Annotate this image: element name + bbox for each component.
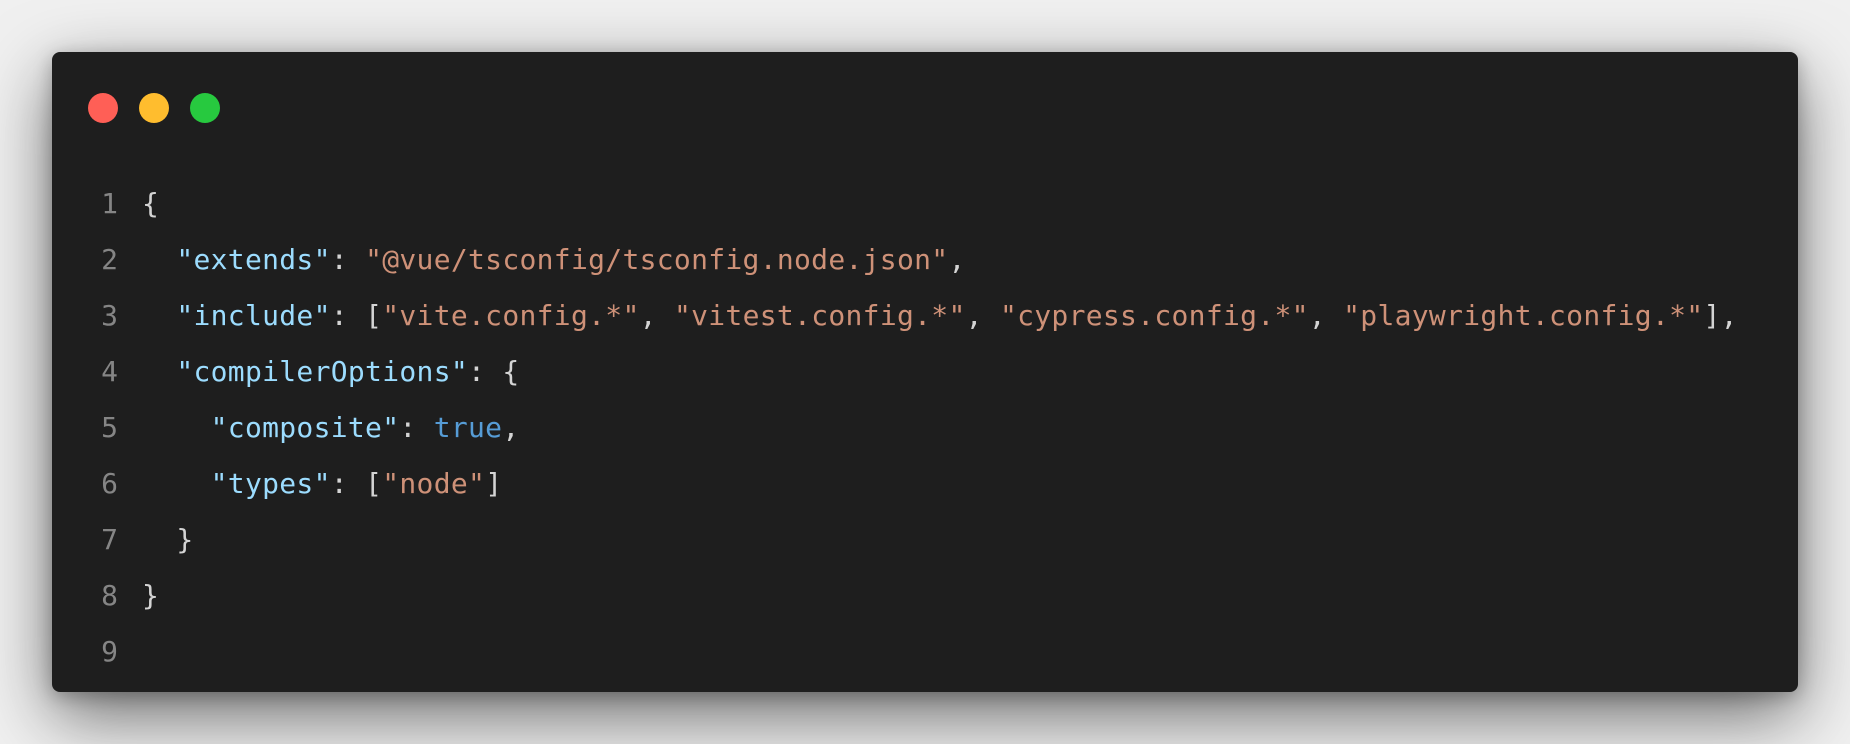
line-number: 7 (101, 523, 118, 556)
token-punc: : { (468, 355, 520, 388)
token-str: "node" (382, 467, 486, 500)
token-punc: } (142, 579, 160, 612)
token-key: "composite" (210, 411, 400, 444)
token-kw: true (433, 411, 503, 444)
line-number: 2 (101, 243, 118, 276)
line-number: 6 (101, 467, 118, 500)
line-content: "include": ["vite.config.*", "vitest.con… (142, 288, 1738, 344)
window-titlebar (52, 52, 1798, 162)
minimize-button[interactable] (139, 93, 169, 123)
token-str: "vitest.config.*" (673, 299, 966, 332)
code-line: 1{ (52, 176, 1798, 232)
token-str: "vite.config.*" (382, 299, 640, 332)
code-line: 6 "types": ["node"] (52, 456, 1798, 512)
token-punc: : (330, 243, 366, 276)
token-punc: : [ (330, 299, 383, 332)
token-key: "include" (176, 299, 331, 332)
code-line: 4 "compilerOptions": { (52, 344, 1798, 400)
code-line: 8} (52, 568, 1798, 624)
line-number: 8 (101, 579, 118, 612)
token-punc: ], (1703, 299, 1738, 332)
token-str: "playwright.config.*" (1343, 299, 1704, 332)
line-content: "composite": true, (142, 400, 520, 456)
token-punc: , (1308, 299, 1344, 332)
code-line: 2 "extends": "@vue/tsconfig/tsconfig.nod… (52, 232, 1798, 288)
token-key: "compilerOptions" (176, 355, 469, 388)
line-number: 9 (101, 635, 118, 668)
code-window: 1{2 "extends": "@vue/tsconfig/tsconfig.n… (52, 52, 1798, 692)
line-content: { (142, 176, 159, 232)
token-str: "@vue/tsconfig/tsconfig.node.json" (365, 243, 949, 276)
line-number: 4 (101, 355, 118, 388)
line-number: 5 (101, 411, 118, 444)
line-content: } (142, 512, 194, 568)
maximize-button[interactable] (190, 93, 220, 123)
token-punc: { (142, 187, 160, 220)
token-str: "cypress.config.*" (999, 299, 1309, 332)
token-punc: } (176, 523, 194, 556)
line-number: 1 (101, 187, 118, 220)
token-punc: : [ (330, 467, 383, 500)
token-punc: , (502, 411, 520, 444)
token-punc: : (399, 411, 434, 444)
line-content: "types": ["node"] (142, 456, 502, 512)
code-line: 7 } (52, 512, 1798, 568)
code-line: 3 "include": ["vite.config.*", "vitest.c… (52, 288, 1798, 344)
code-line: 5 "composite": true, (52, 400, 1798, 456)
line-content: "extends": "@vue/tsconfig/tsconfig.node.… (142, 232, 966, 288)
line-content: } (142, 568, 159, 624)
code-line: 9 (52, 624, 1798, 680)
token-punc: , (639, 299, 674, 332)
line-content: "compilerOptions": { (142, 344, 520, 400)
line-number: 3 (101, 299, 118, 332)
token-key: "types" (210, 467, 331, 500)
token-punc: , (948, 243, 966, 276)
close-button[interactable] (88, 93, 118, 123)
token-key: "extends" (176, 243, 331, 276)
token-punc: ] (485, 467, 503, 500)
token-punc: , (965, 299, 1000, 332)
